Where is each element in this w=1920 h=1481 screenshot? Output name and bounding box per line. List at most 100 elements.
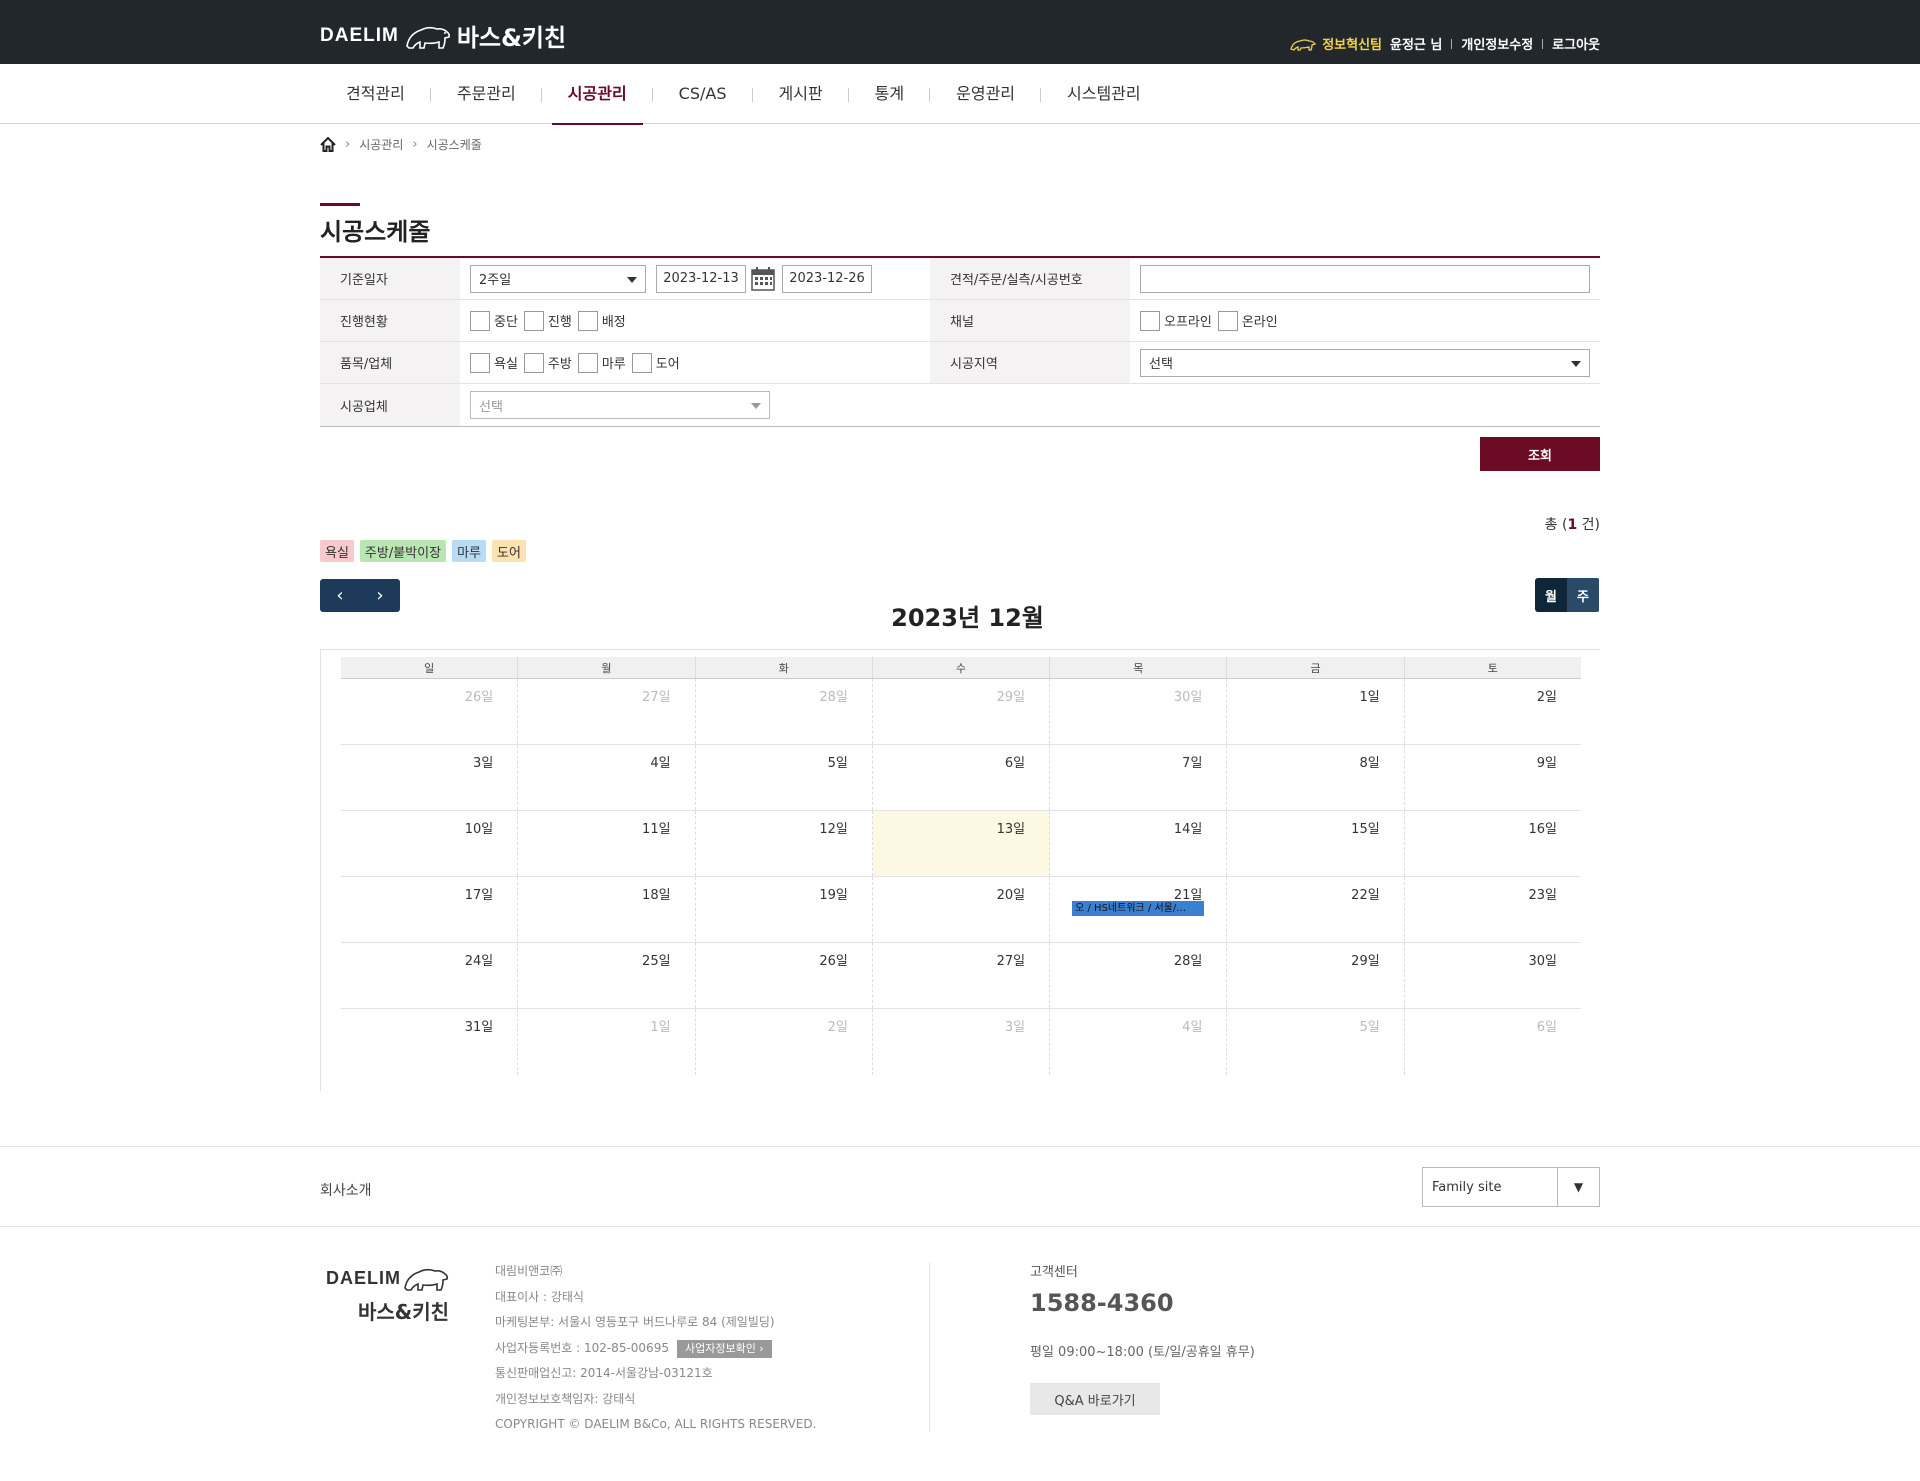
calendar-day[interactable]: 8일 [1227, 745, 1405, 810]
calendar-day[interactable]: 3일 [873, 1009, 1051, 1075]
region-select[interactable]: 선택 [1140, 348, 1590, 377]
total-number: 1 [1567, 517, 1578, 533]
calendar-day[interactable]: 2일 [696, 1009, 873, 1075]
calendar-day[interactable]: 24일 [341, 943, 519, 1008]
date-to-input[interactable]: 2023-12-26 [782, 264, 872, 293]
calendar-day[interactable]: 15일 [1227, 811, 1405, 876]
calendar-day[interactable]: 23일 [1405, 877, 1581, 942]
calendar-day[interactable]: 29일 [873, 679, 1051, 744]
biz-check-button[interactable]: 사업자정보확인 › [676, 1339, 772, 1358]
calendar-day[interactable]: 2일 [1405, 679, 1581, 744]
calendar-day[interactable]: 3일 [341, 745, 519, 810]
search-button[interactable]: 조회 [1480, 437, 1600, 471]
logo[interactable]: DAELIM 바스&키친 [320, 18, 566, 53]
checkbox[interactable] [470, 352, 490, 373]
nav-item[interactable]: 주문관리 [431, 64, 542, 124]
calendar-day[interactable]: 21일 오 / HS네트워크 / 서울/… [1050, 877, 1228, 942]
checkbox-label: 중단 [494, 315, 518, 330]
breadcrumb-item[interactable]: 시공스케줄 [427, 136, 482, 153]
nav-item[interactable]: 통계 [849, 64, 931, 124]
calendar-day[interactable]: 4일 [518, 745, 696, 810]
item-checkbox[interactable]: 마루 [577, 352, 626, 373]
page-title: 시공스케줄 [320, 218, 431, 246]
day-number: 23일 [1528, 888, 1557, 903]
period-select[interactable]: 2주일 [470, 264, 646, 293]
nav-item[interactable]: 게시판 [753, 64, 849, 124]
calendar-day[interactable]: 13일 [872, 811, 1051, 876]
calendar-day[interactable]: 25일 [518, 943, 696, 1008]
calendar-day[interactable]: 9일 [1405, 745, 1581, 810]
calendar-day[interactable]: 28일 [1050, 943, 1228, 1008]
item-checkbox[interactable]: 도어 [631, 352, 680, 373]
home-icon[interactable] [320, 137, 336, 152]
calendar-day[interactable]: 27일 [873, 943, 1051, 1008]
calendar-day[interactable]: 5일 [696, 745, 873, 810]
calendar-day[interactable]: 6일 [873, 745, 1051, 810]
family-site-select[interactable]: Family site ▼ [1422, 1167, 1600, 1207]
channel-checkbox[interactable]: 온라인 [1217, 310, 1278, 331]
calendar-day[interactable]: 1일 [1227, 679, 1405, 744]
calendar-day[interactable]: 6일 [1405, 1009, 1581, 1075]
day-number: 14일 [1173, 822, 1203, 837]
calendar-day[interactable]: 30일 [1050, 679, 1228, 744]
calendar-day[interactable]: 16일 [1405, 811, 1581, 876]
calendar-day[interactable]: 17일 [341, 877, 519, 942]
user-team: 정보혁신팀 [1290, 34, 1382, 53]
calendar-day[interactable]: 27일 [518, 679, 696, 744]
calendar-day[interactable]: 20일 [873, 877, 1051, 942]
calendar-day[interactable]: 22일 [1227, 877, 1405, 942]
biz-number: 사업자등록번호 : 102-85-00695 [495, 1340, 669, 1355]
day-number: 1일 [650, 1020, 671, 1035]
logout-link[interactable]: 로그아웃 [1552, 34, 1600, 53]
calendar-day[interactable]: 4일 [1050, 1009, 1228, 1075]
company-intro-link[interactable]: 회사소개 [320, 1180, 372, 1200]
nav-item[interactable]: 견적관리 [320, 64, 431, 124]
calendar-day[interactable]: 18일 [518, 877, 696, 942]
calendar-day[interactable]: 29일 [1227, 943, 1405, 1008]
nav-item[interactable]: 시공관리 [542, 64, 653, 125]
nav-item[interactable]: CS/AS [653, 64, 753, 124]
day-number: 26일 [464, 690, 494, 705]
calendar-day[interactable]: 12일 [696, 811, 873, 876]
checkbox[interactable] [523, 352, 544, 373]
privacy-edit-link[interactable]: 개인정보수정 [1461, 34, 1533, 53]
nav-item[interactable]: 운영관리 [930, 64, 1041, 124]
qa-button[interactable]: Q&A 바로가기 [1030, 1383, 1160, 1415]
checkbox[interactable] [523, 310, 544, 331]
checkbox[interactable] [1217, 310, 1238, 331]
calendar-day[interactable]: 5일 [1227, 1009, 1405, 1075]
status-checkbox[interactable]: 중단 [470, 310, 518, 331]
number-input[interactable] [1140, 264, 1590, 293]
calendar-day[interactable]: 31일 [341, 1009, 519, 1075]
calendar-day[interactable]: 26일 [696, 943, 873, 1008]
schedule-event[interactable]: 오 / HS네트워크 / 서울/… [1072, 901, 1205, 916]
calendar-day[interactable]: 28일 [696, 679, 873, 744]
channel-checkbox[interactable]: 오프라인 [1140, 310, 1212, 331]
status-checkbox[interactable]: 배정 [577, 310, 626, 331]
item-checkbox[interactable]: 주방 [523, 352, 572, 373]
checkbox[interactable] [1140, 310, 1160, 331]
week-view-button[interactable]: 주 [1567, 578, 1599, 612]
calendar-day[interactable]: 26일 [341, 679, 519, 744]
calendar-day[interactable]: 7일 [1050, 745, 1228, 810]
calendar-day[interactable]: 19일 [696, 877, 873, 942]
date-from-input[interactable]: 2023-12-13 [656, 264, 746, 293]
calendar-day[interactable]: 10일 [341, 811, 519, 876]
checkbox[interactable] [577, 310, 598, 331]
day-number: 7일 [1182, 756, 1203, 771]
calendar-day[interactable]: 14일 [1050, 811, 1228, 876]
breadcrumb-item[interactable]: 시공관리 [359, 136, 403, 153]
status-checkbox[interactable]: 진행 [523, 310, 572, 331]
calendar-day[interactable]: 1일 [518, 1009, 696, 1075]
calendar-icon[interactable] [750, 266, 776, 292]
checkbox[interactable] [470, 310, 490, 331]
calendar-day[interactable]: 30일 [1405, 943, 1581, 1008]
period-value: 2주일 [479, 273, 512, 288]
item-checkbox[interactable]: 욕실 [470, 352, 518, 373]
checkbox[interactable] [631, 352, 652, 373]
month-view-button[interactable]: 월 [1535, 578, 1567, 612]
checkbox[interactable] [577, 352, 598, 373]
calendar-day[interactable]: 11일 [518, 811, 696, 876]
nav-item[interactable]: 시스템관리 [1041, 64, 1167, 124]
vendor-select[interactable]: 선택 [470, 391, 770, 419]
